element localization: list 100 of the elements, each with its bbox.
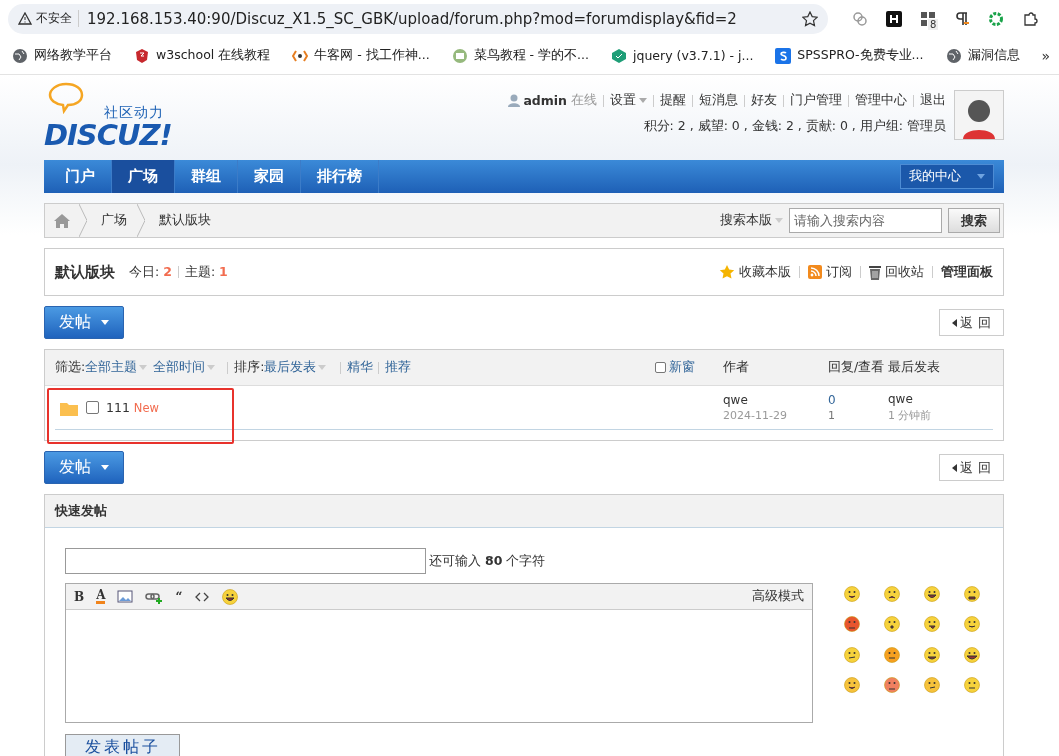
gear-icon bbox=[988, 10, 1004, 27]
forum-action-link[interactable]: 收藏本版 bbox=[719, 263, 791, 281]
globe-icon bbox=[12, 47, 28, 64]
address-bar[interactable]: 不安全 192.168.153.40:90/Discuz_X1.5_SC_GBK/upload/forum.php?mod=forumdisplay&fid=2 bbox=[8, 3, 828, 34]
cube-icon bbox=[611, 47, 627, 64]
image-icon bbox=[117, 588, 134, 605]
filter-label: 筛选: bbox=[55, 359, 86, 376]
online-status: 在线 bbox=[571, 92, 597, 109]
last-post-time: 1 分钟前 bbox=[888, 408, 933, 423]
toolbar-text-button[interactable]: B bbox=[74, 590, 85, 603]
nav-tab[interactable]: 群组 bbox=[175, 160, 238, 193]
submit-button[interactable]: 发表帖子 bbox=[65, 734, 180, 756]
back-button[interactable]: 返 回 bbox=[939, 309, 1004, 336]
avatar[interactable] bbox=[954, 90, 1004, 140]
back-button[interactable]: 返 回 bbox=[939, 454, 1004, 481]
emoticon-icon[interactable] bbox=[844, 616, 860, 633]
filter-dropdown[interactable]: 全部主题 bbox=[85, 359, 148, 376]
emoticon-icon[interactable] bbox=[222, 588, 239, 605]
last-poster-link[interactable]: qwe bbox=[888, 392, 993, 406]
header-link[interactable]: 管理中心 bbox=[855, 92, 907, 109]
emoticon-icon[interactable] bbox=[884, 586, 900, 602]
emoticon-icon[interactable] bbox=[844, 646, 860, 663]
emoticon-icon[interactable] bbox=[844, 676, 860, 693]
emoticon-icon[interactable] bbox=[844, 586, 860, 602]
search-button[interactable]: 搜索 bbox=[948, 208, 1000, 233]
emoticon-icon[interactable] bbox=[964, 586, 980, 602]
bookmark-link[interactable]: w3school 在线教程 bbox=[134, 47, 271, 64]
header-link[interactable]: 退出 bbox=[920, 92, 946, 109]
url-text: 192.168.153.40:90/Discuz_X1.5_SC_GBK/upload/forum.php?mod=forumdisplay&fid=2 bbox=[87, 9, 738, 28]
bookmark-link[interactable]: 菜鸟教程 - 学的不... bbox=[451, 47, 589, 64]
emoticon-icon[interactable] bbox=[924, 646, 940, 663]
header-link[interactable]: 短消息 bbox=[699, 92, 738, 109]
filter-dropdown[interactable]: 全部时间 bbox=[153, 359, 216, 376]
checkbox[interactable] bbox=[86, 401, 99, 414]
advanced-mode-link[interactable]: 高级模式 bbox=[752, 588, 804, 605]
more-bookmarks[interactable]: » bbox=[1041, 47, 1051, 64]
caret-icon bbox=[977, 174, 985, 179]
reply-count[interactable]: 0 bbox=[828, 393, 888, 407]
font-color-button[interactable]: A bbox=[96, 589, 106, 604]
header-link[interactable]: 提醒 bbox=[660, 92, 686, 109]
sort-dropdown[interactable]: 最后发表 bbox=[264, 359, 327, 376]
search-field[interactable]: 请输入搜索内容 bbox=[789, 208, 942, 233]
star-icon bbox=[719, 264, 735, 280]
emoticon-icon[interactable] bbox=[884, 616, 900, 633]
shield-icon bbox=[134, 47, 150, 64]
header-link[interactable]: 设置 bbox=[610, 92, 647, 109]
message-editor[interactable]: B A “ 高级模式 bbox=[65, 583, 813, 723]
user-icon bbox=[508, 94, 521, 107]
pilcrow-icon bbox=[954, 10, 970, 27]
puzzle-icon bbox=[1022, 10, 1038, 27]
search-scope-dropdown[interactable]: 搜索本版 bbox=[720, 212, 783, 229]
column-header: 作者 bbox=[723, 359, 750, 376]
forum-stat: 今日: 2 bbox=[129, 263, 172, 281]
bookmark-link[interactable]: 漏洞信息 bbox=[945, 47, 1020, 64]
subject-field[interactable] bbox=[65, 548, 426, 574]
checkbox[interactable] bbox=[655, 362, 666, 373]
post-date: 2024-11-29 bbox=[723, 409, 788, 422]
h-square-icon bbox=[886, 10, 902, 27]
emoticon-icon[interactable] bbox=[884, 676, 900, 693]
header-link[interactable]: 好友 bbox=[751, 92, 777, 109]
username-link[interactable]: admin bbox=[523, 93, 567, 108]
nav-tab[interactable]: 家园 bbox=[238, 160, 301, 193]
filter-link[interactable]: 精华 bbox=[347, 359, 374, 376]
chevron-divider bbox=[79, 204, 87, 237]
bookmark-link[interactable]: jquery (v3.7.1) - j... bbox=[611, 47, 754, 64]
column-header: 回复/查看 bbox=[828, 359, 886, 376]
emoticon-icon[interactable] bbox=[924, 676, 940, 693]
column-header: 最后发表 bbox=[888, 359, 941, 376]
caret-icon bbox=[139, 365, 148, 370]
caret-icon bbox=[318, 365, 327, 370]
caret-left-icon bbox=[952, 463, 958, 472]
nav-tab[interactable]: 广场 bbox=[112, 160, 175, 193]
extension-badge: 8 bbox=[928, 18, 939, 30]
emoticon-icon[interactable] bbox=[964, 646, 980, 663]
forum-action-link[interactable]: 订阅 bbox=[808, 263, 852, 281]
author-link[interactable]: qwe bbox=[723, 393, 828, 407]
bookmark-link[interactable]: 网络教学平台 bbox=[12, 47, 112, 64]
breadcrumb-link[interactable]: 广场 bbox=[87, 212, 137, 229]
breadcrumb-link[interactable]: 默认版块 bbox=[145, 212, 221, 229]
forum-action-link[interactable]: 回收站 bbox=[869, 263, 924, 281]
forum-stat: 主题: 1 bbox=[184, 263, 228, 281]
post-button[interactable]: 发帖 bbox=[44, 306, 124, 339]
emoticon-icon[interactable] bbox=[924, 616, 940, 633]
security-label: 不安全 bbox=[18, 10, 79, 27]
bookmark-link[interactable]: 牛客网 - 找工作神... bbox=[292, 47, 430, 64]
my-center-menu[interactable]: 我的中心 bbox=[900, 164, 994, 189]
bookmark-link[interactable]: SPSSPRO-免费专业... bbox=[775, 47, 924, 64]
forum-action-link[interactable]: 管理面板 bbox=[941, 263, 993, 281]
emoticon-icon[interactable] bbox=[924, 586, 940, 602]
caret-icon bbox=[775, 218, 783, 223]
new-window-label[interactable]: 新窗 bbox=[669, 359, 695, 376]
thread-title-link[interactable]: 111 bbox=[106, 400, 130, 415]
post-button[interactable]: 发帖 bbox=[44, 451, 124, 484]
emoticon-icon[interactable] bbox=[884, 646, 900, 663]
toolbar-text-button[interactable]: “ bbox=[175, 590, 183, 603]
filter-link[interactable]: 推荐 bbox=[385, 359, 412, 376]
emoticon-icon[interactable] bbox=[964, 616, 980, 633]
nav-tab[interactable]: 排行榜 bbox=[301, 160, 379, 193]
trash-icon bbox=[869, 264, 881, 280]
header-link[interactable]: 门户管理 bbox=[790, 92, 842, 109]
